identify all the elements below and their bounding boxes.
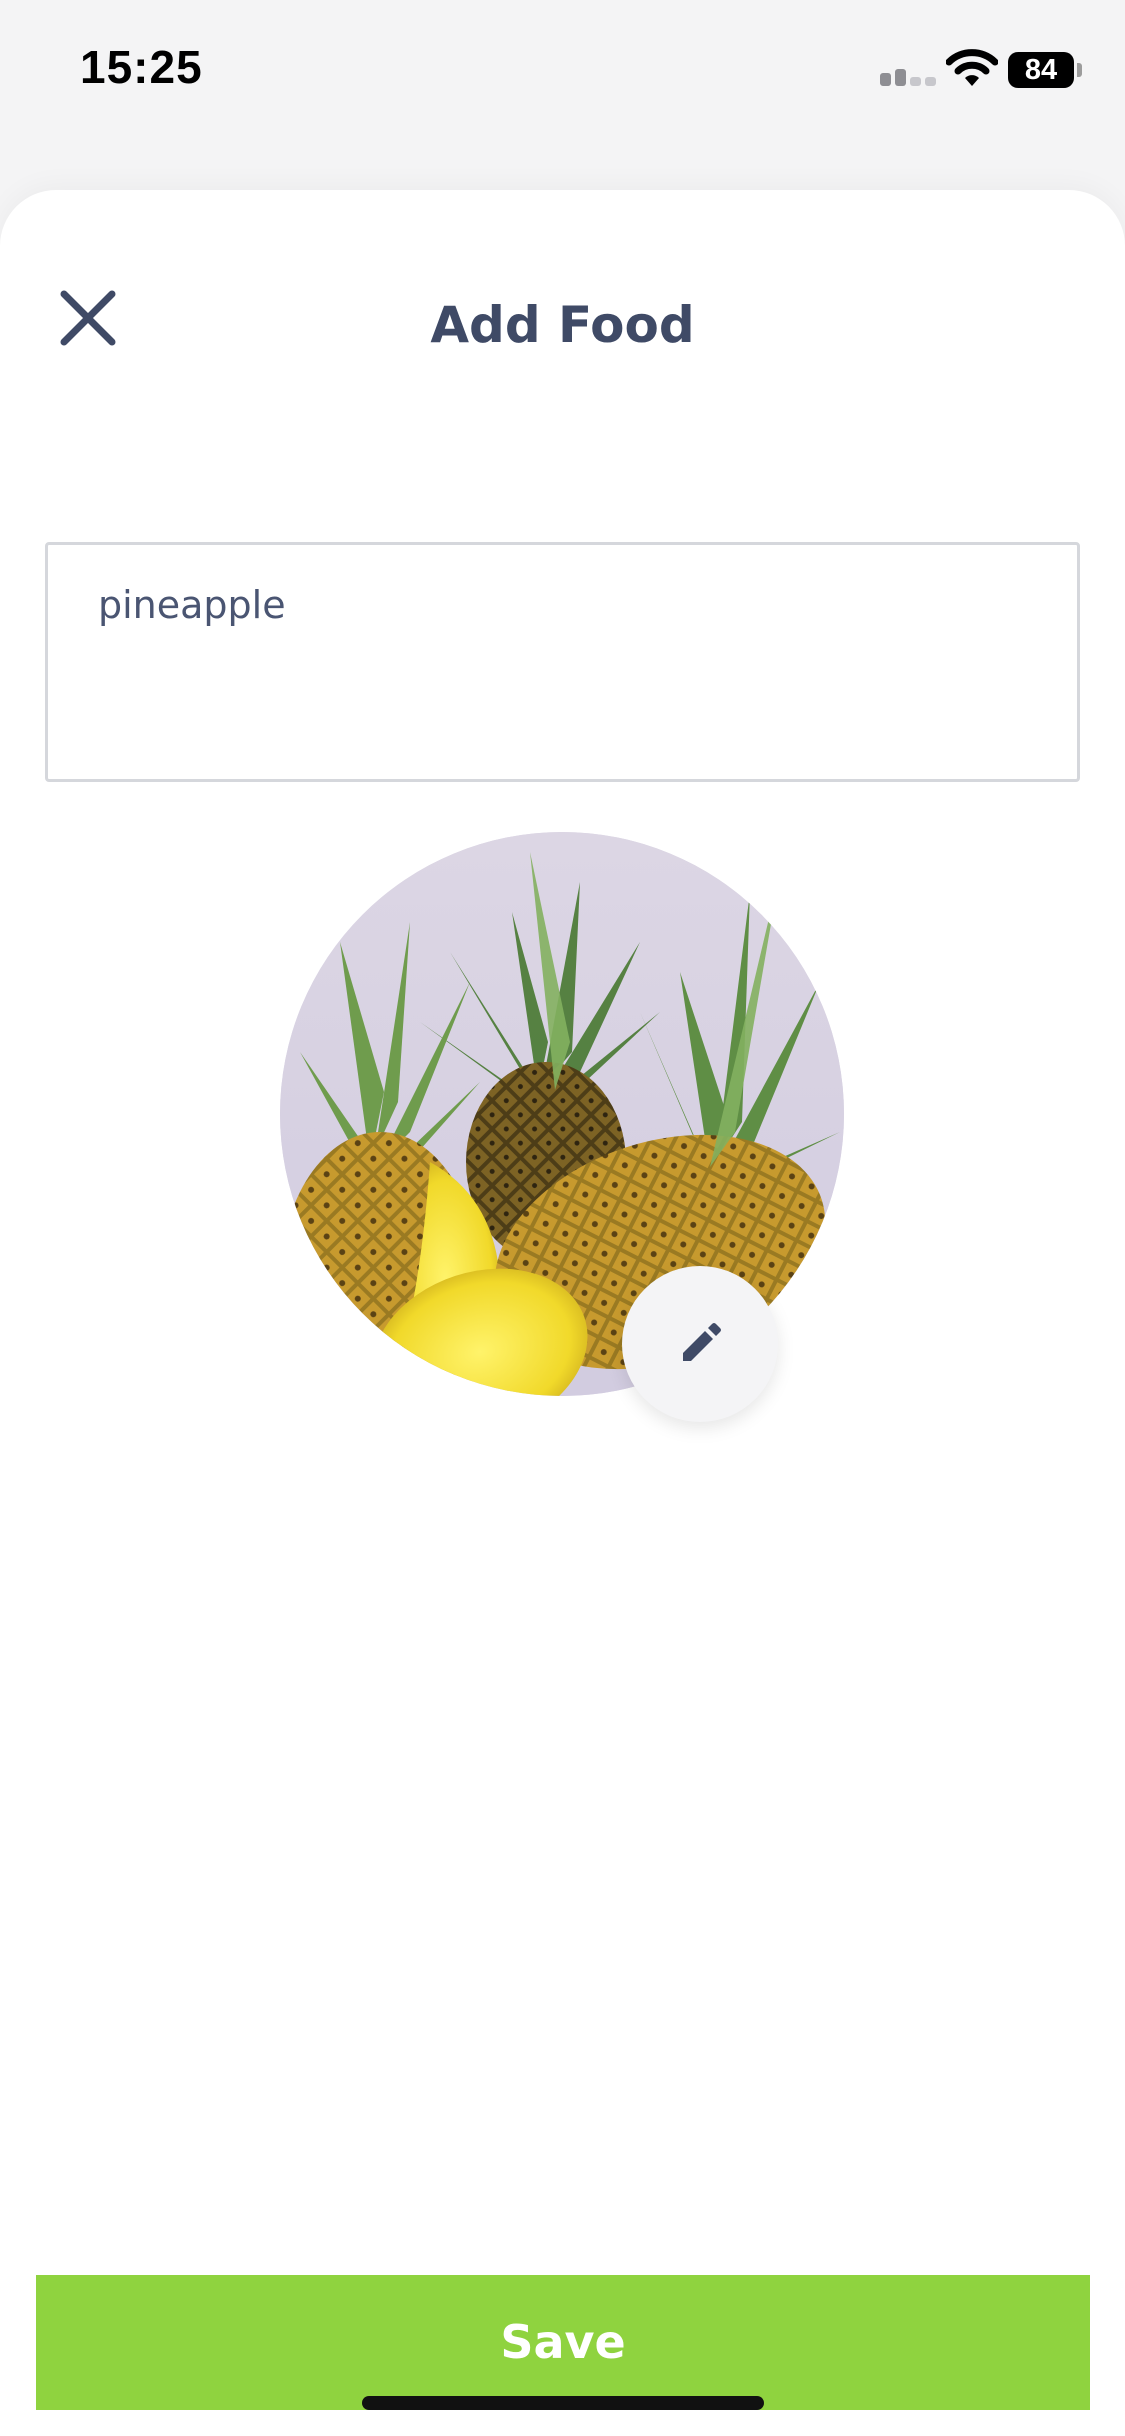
- food-name-field[interactable]: pineapple: [45, 542, 1080, 782]
- battery-icon: 84: [1008, 52, 1074, 88]
- pencil-icon: [683, 1323, 721, 1361]
- status-time: 15:25: [80, 41, 203, 93]
- home-indicator: [362, 2396, 764, 2410]
- edit-photo-button[interactable]: [622, 1266, 778, 1422]
- add-food-screen: 15:25 84 Add Food pineapple Save: [0, 0, 1125, 2436]
- food-name-input[interactable]: pineapple: [48, 545, 1077, 779]
- wifi-icon: [946, 49, 998, 86]
- battery-cap: [1077, 63, 1082, 77]
- page-title: Add Food: [430, 296, 695, 354]
- save-button[interactable]: Save: [36, 2275, 1090, 2410]
- cellular-signal-icon: [880, 64, 938, 86]
- status-bar: 15:25 84: [0, 0, 1125, 140]
